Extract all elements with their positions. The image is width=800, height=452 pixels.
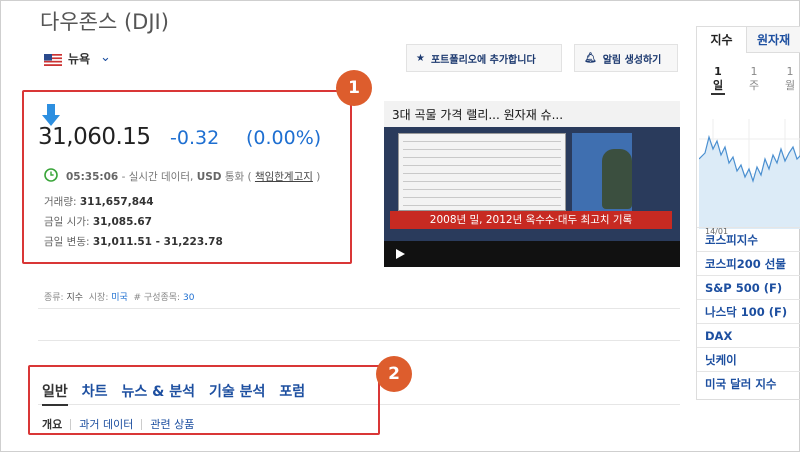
- annotation-badge-2: 2: [376, 356, 412, 392]
- highlight-box-quote: [22, 90, 352, 264]
- period-1w[interactable]: 1주: [747, 65, 761, 93]
- index-item[interactable]: 미국 달러 지수: [697, 371, 800, 395]
- add-to-portfolio-button[interactable]: ★ 포트폴리오에 추가합니다: [406, 44, 562, 72]
- market-link[interactable]: 미국: [111, 293, 128, 303]
- play-icon[interactable]: [396, 249, 405, 259]
- index-item[interactable]: DAX: [697, 323, 800, 347]
- star-icon: ★: [416, 52, 425, 64]
- us-flag-icon: [44, 54, 62, 66]
- video-price-board: [398, 133, 566, 211]
- annotation-badge-1: 1: [336, 70, 372, 106]
- index-item[interactable]: 코스피지수: [697, 227, 800, 251]
- index-item[interactable]: 나스닥 100 (F): [697, 299, 800, 323]
- instrument-meta: 종류: 지수 시장: 미국 # 구성종목: 30: [44, 293, 195, 303]
- video-headline: 3대 곡물 가격 랠리... 원자재 슈...: [392, 108, 564, 122]
- market-sidebar: 지수 원자재 1일 1주 1월 14/01 코스피지수 코스피200 선물 S&…: [696, 26, 800, 400]
- bell-icon: 🔔︎: [584, 52, 597, 64]
- chevron-down-icon[interactable]: ⌄: [100, 50, 111, 65]
- create-alert-button[interactable]: 🔔︎ 알림 생성하기: [574, 44, 678, 72]
- mini-index-chart: [699, 119, 800, 229]
- period-1d[interactable]: 1일: [711, 65, 725, 95]
- page-title: 다우존스 (DJI): [40, 10, 169, 34]
- video-player[interactable]: 3대 곡물 가격 랠리... 원자재 슈... 2008년 밀, 2012년 옥…: [384, 101, 680, 267]
- tab-indices[interactable]: 지수: [697, 27, 747, 53]
- components-link[interactable]: 30: [183, 293, 194, 303]
- video-caption: 2008년 밀, 2012년 옥수수·대두 최고치 기록: [390, 211, 672, 229]
- index-item[interactable]: S&P 500 (F): [697, 275, 800, 299]
- highlight-box-tabs: [28, 365, 380, 435]
- video-presenter: [602, 149, 632, 209]
- period-1m[interactable]: 1월: [783, 65, 797, 93]
- sidebar-tabs: 지수 원자재: [697, 27, 800, 53]
- video-controls: [384, 241, 680, 267]
- video-headline-bar: 3대 곡물 가격 랠리... 원자재 슈...: [384, 101, 680, 127]
- tab-commodities[interactable]: 원자재: [757, 27, 790, 53]
- divider: [38, 308, 680, 309]
- index-item[interactable]: 닛케이: [697, 347, 800, 371]
- divider: [38, 340, 680, 341]
- exchange-label[interactable]: 뉴욕: [68, 50, 90, 67]
- index-item[interactable]: 코스피200 선물: [697, 251, 800, 275]
